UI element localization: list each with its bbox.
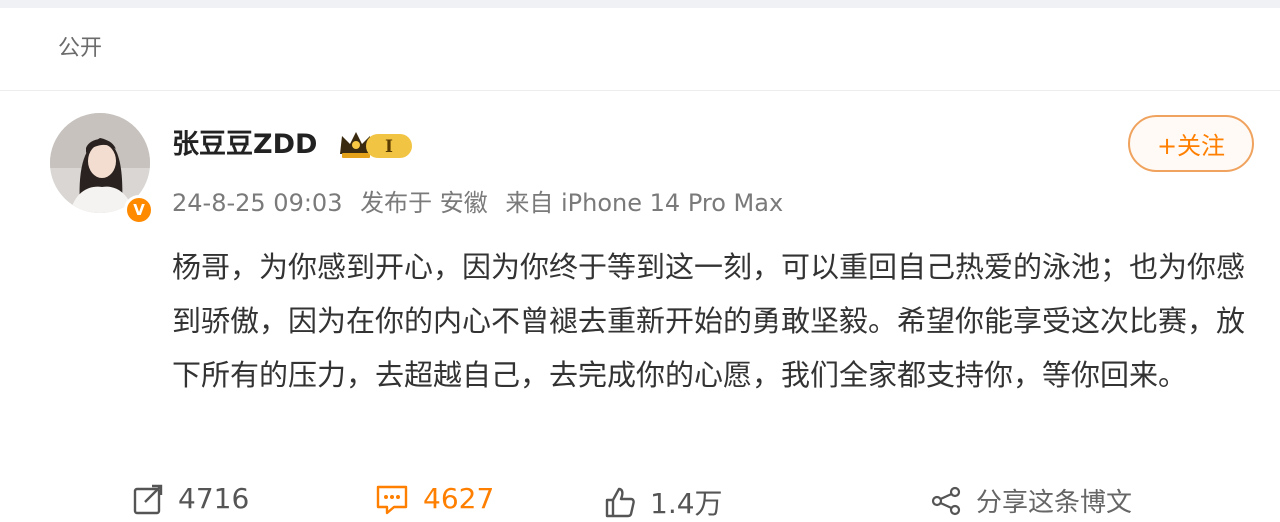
post-text: 杨哥，为你感到开心，因为你终于等到这一刻，可以重回自己热爱的泳池；也为你感到骄傲…: [172, 250, 1246, 392]
like-icon: [605, 487, 635, 518]
comment-button[interactable]: 4627: [375, 482, 494, 515]
verified-v-icon: V: [124, 195, 154, 225]
repost-count: 4716: [178, 482, 250, 515]
crown-icon: I: [340, 132, 412, 158]
like-button[interactable]: 1.4万: [604, 482, 723, 522]
post-time[interactable]: 24-8-25 09:03: [172, 189, 342, 217]
post-meta: 24-8-25 09:03 发布于 安徽 来自 iPhone 14 Pro Ma…: [172, 183, 793, 218]
repost-button[interactable]: 4716: [132, 482, 249, 515]
vip-level-text: I: [385, 137, 393, 157]
visibility-label: 公开: [58, 36, 103, 61]
top-separator: [0, 0, 1280, 8]
share-icon: [931, 486, 961, 515]
follow-button[interactable]: +关注: [1128, 115, 1254, 172]
like-count: 1.4万: [650, 487, 723, 520]
author-name[interactable]: 张豆豆ZDD: [172, 122, 317, 161]
post-device: 来自 iPhone 14 Pro Max: [505, 189, 784, 217]
action-bar: 4716 4627 1.4万 分享这条博文: [0, 478, 1280, 522]
post-location: 发布于 安徽: [360, 189, 488, 217]
repost-icon: [133, 484, 163, 514]
visibility-header: 公开: [0, 0, 1280, 90]
comment-icon: [376, 485, 408, 514]
header-divider: [0, 90, 1280, 91]
comment-count: 4627: [423, 482, 495, 515]
share-label: 分享这条博文: [976, 488, 1133, 518]
share-button[interactable]: 分享这条博文: [930, 482, 1132, 519]
vip-badge[interactable]: I: [338, 127, 414, 161]
